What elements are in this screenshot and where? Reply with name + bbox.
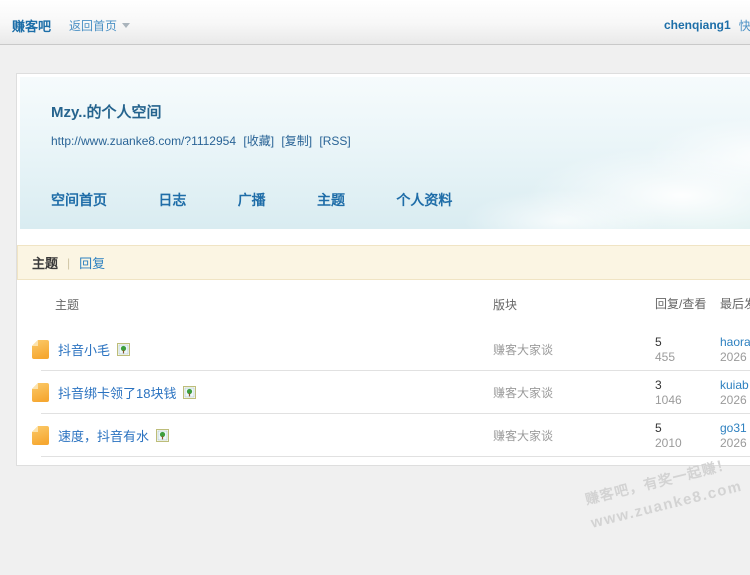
folder-icon xyxy=(32,340,49,359)
reply-count: 5 xyxy=(655,421,662,435)
profile-banner: Mzy..的个人空间 http://www.zuanke8.com/?11129… xyxy=(20,77,750,229)
space-url: http://www.zuanke8.com/?1112954 xyxy=(51,134,236,148)
top-bar: 赚客吧 返回首页 chenqiang1 快捷导航 xyxy=(0,0,750,45)
reply-count: 5 xyxy=(655,335,662,349)
table-row: 速度，抖音有水 赚客大家谈 5 2010 go31 2026 xyxy=(17,414,750,457)
counts-cell: 5 455 xyxy=(655,335,720,365)
thread-title-link[interactable]: 抖音绑卡领了18块钱 xyxy=(58,383,176,402)
lastpost-date: 2026 xyxy=(720,350,747,364)
subject-cell: 速度，抖音有水 xyxy=(17,426,493,445)
nav-item-broadcast[interactable]: 广播 xyxy=(238,190,266,210)
copy-link[interactable]: [复制] xyxy=(281,134,312,148)
forum-link[interactable]: 赚客大家谈 xyxy=(493,429,553,443)
nav-item-space-home[interactable]: 空间首页 xyxy=(51,190,107,210)
forum-link[interactable]: 赚客大家谈 xyxy=(493,386,553,400)
space-nav: 空间首页 日志 广播 主题 个人资料 xyxy=(51,190,500,210)
chevron-down-icon[interactable] xyxy=(122,23,130,28)
image-attachment-icon[interactable] xyxy=(117,343,130,356)
nav-item-blog[interactable]: 日志 xyxy=(158,190,186,210)
nav-item-threads[interactable]: 主题 xyxy=(317,190,345,210)
header-lastpost: 最后发表 xyxy=(720,297,750,312)
lastpost-user-link[interactable]: haora xyxy=(720,335,750,350)
folder-icon xyxy=(32,426,49,445)
reply-count: 3 xyxy=(655,378,662,392)
thread-title-link[interactable]: 速度，抖音有水 xyxy=(58,426,149,445)
top-bar-user-area: chenqiang1 快捷导航 xyxy=(664,0,750,44)
view-count: 1046 xyxy=(655,393,682,407)
header-forum: 版块 xyxy=(493,296,655,313)
nav-item-profile[interactable]: 个人资料 xyxy=(396,190,452,210)
image-attachment-icon[interactable] xyxy=(183,386,196,399)
forum-cell: 赚客大家谈 xyxy=(493,341,655,358)
lastpost-cell: haora 2026 xyxy=(720,335,750,365)
counts-cell: 3 1046 xyxy=(655,378,720,408)
tab-divider: | xyxy=(67,256,70,270)
tab-replies[interactable]: 回复 xyxy=(79,253,105,272)
lastpost-date: 2026 xyxy=(720,393,747,407)
site-brand-link[interactable]: 赚客吧 xyxy=(12,16,51,35)
lastpost-user-link[interactable]: kuiab xyxy=(720,378,750,393)
table-row: 抖音绑卡领了18块钱 赚客大家谈 3 1046 kuiab 2026 xyxy=(17,371,750,414)
lastpost-date: 2026 xyxy=(720,436,747,450)
view-count: 455 xyxy=(655,350,675,364)
rss-link[interactable]: [RSS] xyxy=(319,134,350,148)
counts-cell: 5 2010 xyxy=(655,421,720,451)
lastpost-cell: go31 2026 xyxy=(720,421,750,451)
lastpost-user-link[interactable]: go31 xyxy=(720,421,750,436)
content-tab-bar: 主题 | 回复 xyxy=(17,245,750,280)
main-content-panel: Mzy..的个人空间 http://www.zuanke8.com/?11129… xyxy=(16,73,750,466)
subject-cell: 抖音小毛 xyxy=(17,340,493,359)
view-count: 2010 xyxy=(655,436,682,450)
watermark-url: www.zuanke8.com xyxy=(589,467,750,532)
image-attachment-icon[interactable] xyxy=(156,429,169,442)
forum-link[interactable]: 赚客大家谈 xyxy=(493,343,553,357)
header-replies-views: 回复/查看 xyxy=(655,297,720,312)
folder-icon xyxy=(32,383,49,402)
tab-threads[interactable]: 主题 xyxy=(32,253,58,272)
username-link[interactable]: chenqiang1 xyxy=(664,18,731,32)
favorite-link[interactable]: [收藏] xyxy=(243,134,274,148)
table-row: 抖音小毛 赚客大家谈 5 455 haora 2026 xyxy=(17,328,750,371)
table-header-row: 主题 版块 回复/查看 最后发表 xyxy=(17,280,750,328)
header-subject: 主题 xyxy=(17,296,493,313)
thread-title-link[interactable]: 抖音小毛 xyxy=(58,340,110,359)
subject-cell: 抖音绑卡领了18块钱 xyxy=(17,383,493,402)
forum-cell: 赚客大家谈 xyxy=(493,384,655,401)
forum-cell: 赚客大家谈 xyxy=(493,427,655,444)
page-title: Mzy..的个人空间 xyxy=(20,77,750,122)
back-home-link[interactable]: 返回首页 xyxy=(69,17,117,34)
space-url-line: http://www.zuanke8.com/?1112954 [收藏] [复制… xyxy=(20,122,750,149)
lastpost-cell: kuiab 2026 xyxy=(720,378,750,408)
quick-nav-link[interactable]: 快捷导航 xyxy=(739,17,750,34)
top-bar-inner: 赚客吧 返回首页 xyxy=(0,0,750,44)
